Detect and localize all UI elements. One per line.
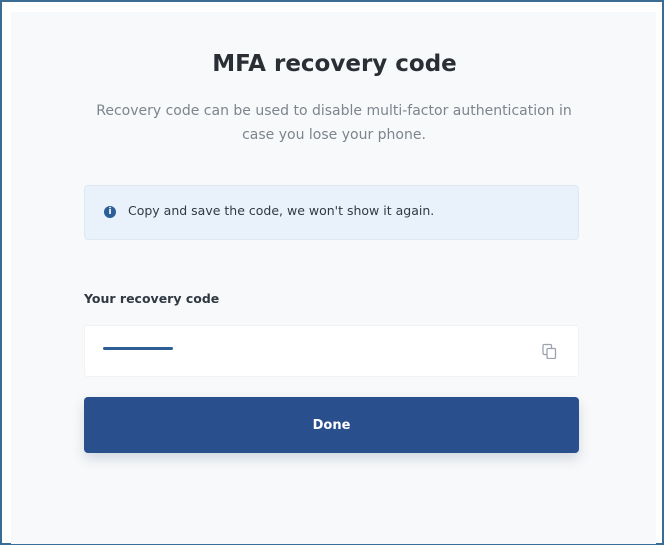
recovery-code-value xyxy=(103,347,173,350)
screenshot-frame: MFA recovery code Recovery code can be u… xyxy=(0,0,664,545)
dialog-subtitle: Recovery code can be used to disable mul… xyxy=(96,103,572,143)
done-button[interactable]: Done xyxy=(84,397,579,453)
alert-text: Copy and save the code, we won't show it… xyxy=(128,203,435,218)
mfa-recovery-dialog xyxy=(11,12,656,544)
recovery-code-field[interactable] xyxy=(84,325,579,377)
dialog-title: MFA recovery code xyxy=(212,51,457,77)
copy-icon[interactable] xyxy=(541,343,557,359)
recovery-code-label: Your recovery code xyxy=(84,291,220,306)
info-alert: i Copy and save the code, we won't show … xyxy=(84,185,579,240)
info-icon: i xyxy=(104,206,116,218)
